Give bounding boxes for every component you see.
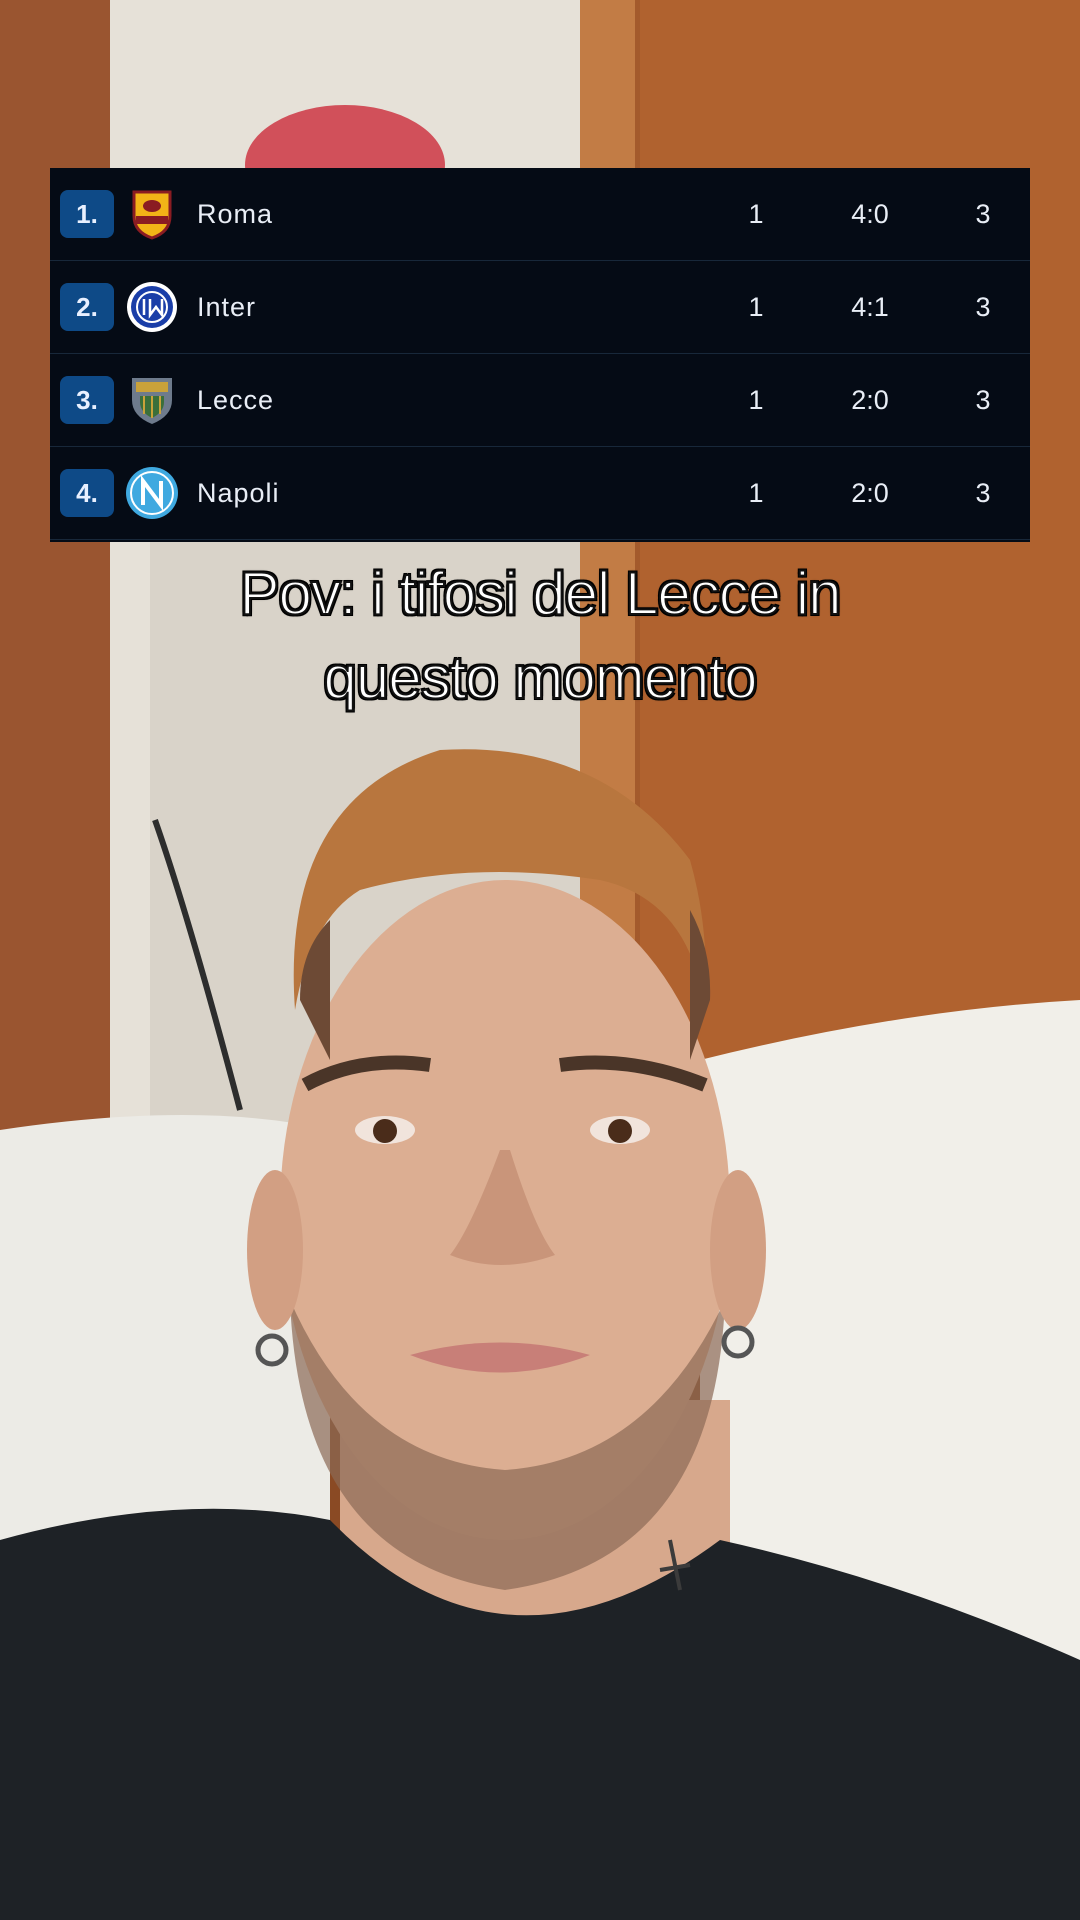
napoli-crest-icon bbox=[126, 467, 178, 519]
points: 3 bbox=[975, 385, 991, 415]
position-badge: 1. bbox=[60, 190, 114, 238]
team-name: Inter bbox=[197, 292, 257, 322]
team-name: Napoli bbox=[197, 478, 280, 508]
inter-crest-icon bbox=[127, 282, 177, 332]
roma-crest-icon bbox=[132, 190, 172, 240]
lecce-crest-icon bbox=[132, 378, 172, 424]
video-caption: Pov: i tifosi del Lecce in questo moment… bbox=[60, 552, 1020, 720]
caption-line: Pov: i tifosi del Lecce in bbox=[239, 559, 843, 628]
table-row: 2. Inter 1 4:1 3 bbox=[50, 261, 1030, 354]
points: 3 bbox=[975, 292, 991, 322]
table-row: 3. Lecce 1 2:0 3 bbox=[50, 354, 1030, 447]
team-name: Roma bbox=[197, 199, 274, 229]
goal-difference: 2:0 bbox=[851, 385, 889, 415]
points: 3 bbox=[975, 478, 991, 508]
caption-line: questo momento bbox=[323, 643, 759, 712]
goal-difference: 2:0 bbox=[851, 478, 889, 508]
points: 3 bbox=[975, 199, 991, 229]
table-row: 4. Napoli 1 2:0 3 bbox=[50, 447, 1030, 540]
matches-played: 1 bbox=[748, 478, 764, 508]
position-badge: 4. bbox=[60, 469, 114, 517]
matches-played: 1 bbox=[748, 199, 764, 229]
league-standings-table: 1. Roma 1 4:0 3 2. Inter 1 4:1 3 3. Lecc… bbox=[50, 168, 1030, 542]
position-badge: 3. bbox=[60, 376, 114, 424]
table-row: 1. Roma 1 4:0 3 bbox=[50, 168, 1030, 261]
team-name: Lecce bbox=[197, 385, 275, 415]
matches-played: 1 bbox=[748, 385, 764, 415]
goal-difference: 4:1 bbox=[851, 292, 889, 322]
matches-played: 1 bbox=[748, 292, 764, 322]
goal-difference: 4:0 bbox=[851, 199, 889, 229]
position-badge: 2. bbox=[60, 283, 114, 331]
